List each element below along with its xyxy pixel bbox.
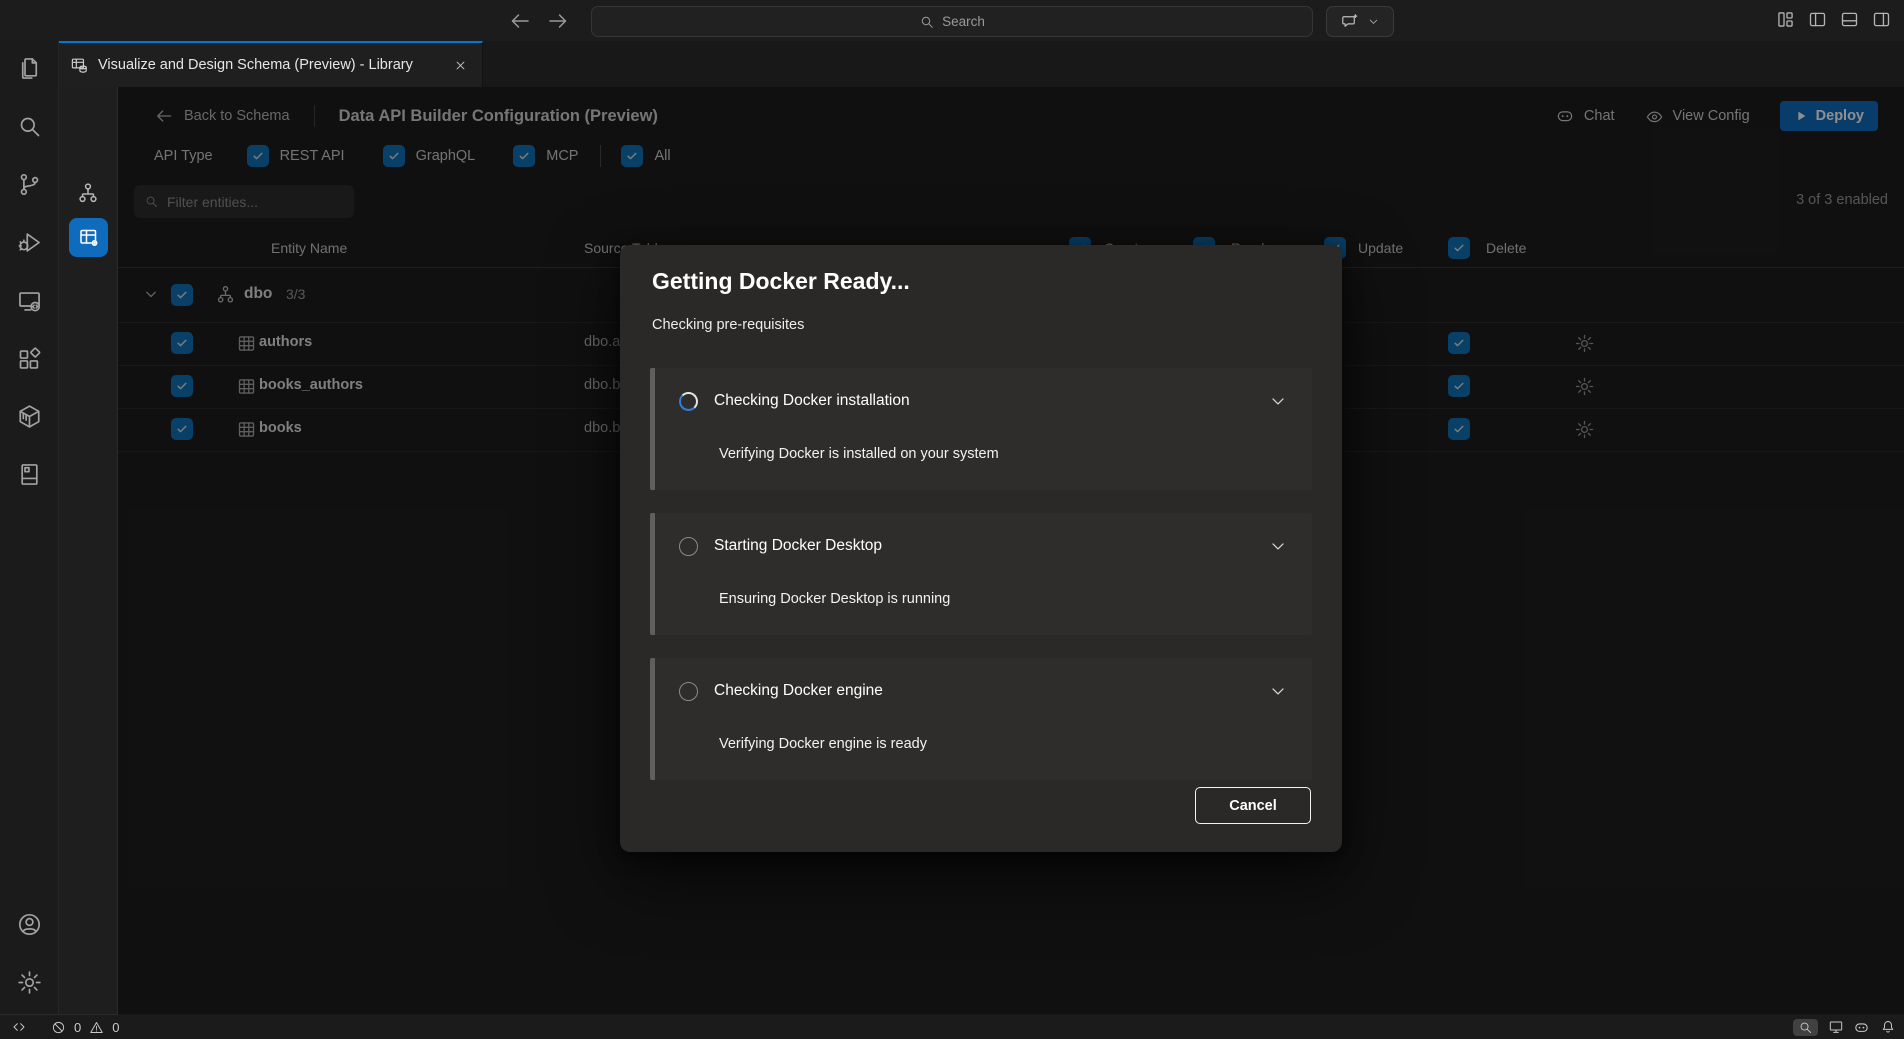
tab-title: Visualize and Design Schema (Preview) - … [98,57,413,73]
chat-sparkle-icon [1340,12,1359,31]
errors-icon[interactable] [50,1019,67,1036]
vscode-window: Search Visualize and Design Schema (Prev… [0,0,1904,1039]
status-bar: 0 0 [0,1014,1904,1039]
pending-circle-icon [679,682,698,701]
search-icon [919,14,935,30]
copilot-status-icon[interactable] [1853,1019,1870,1036]
remote-indicator-icon[interactable] [10,1019,27,1036]
command-center-search[interactable]: Search [591,6,1313,37]
dialog-title: Getting Docker Ready... [652,268,910,295]
designer-toolbar [59,87,118,1015]
loading-spinner [679,392,698,411]
tab-close-icon[interactable] [450,55,470,75]
screencast-icon[interactable] [1827,1019,1844,1036]
remote-explorer-icon[interactable] [16,288,43,315]
step-card-docker-desktop: Starting Docker Desktop Ensuring Docker … [650,513,1312,635]
toggle-panel-icon[interactable] [1838,8,1860,30]
notifications-bell-icon[interactable] [1879,1019,1896,1036]
chevron-down-icon[interactable] [1268,681,1288,701]
tab-strip: Visualize and Design Schema (Preview) - … [58,41,1904,87]
tab-visualize-design-schema[interactable]: Visualize and Design Schema (Preview) - … [58,41,483,87]
activity-bar [0,41,59,1015]
step-card-docker-installation: Checking Docker installation Verifying D… [650,368,1312,490]
toggle-secondary-sidebar-icon[interactable] [1870,8,1892,30]
chevron-down-icon [1367,15,1380,28]
source-control-icon[interactable] [16,171,43,198]
run-debug-icon[interactable] [16,229,43,256]
chevron-down-icon[interactable] [1268,391,1288,411]
search-placeholder: Search [942,14,985,29]
copilot-chat-dropdown[interactable] [1326,6,1394,37]
pending-circle-icon [679,537,698,556]
data-api-builder-tab-active[interactable] [69,218,108,257]
toggle-primary-sidebar-icon[interactable] [1806,8,1828,30]
errors-count[interactable]: 0 [74,1020,81,1035]
nav-back-icon[interactable] [508,9,532,33]
cancel-button[interactable]: Cancel [1195,787,1311,824]
warnings-count[interactable]: 0 [112,1020,119,1035]
warnings-icon[interactable] [88,1019,105,1036]
dialog-subtitle: Checking pre-requisites [652,317,804,333]
chevron-down-icon[interactable] [1268,536,1288,556]
containers-icon[interactable] [16,403,43,430]
step-card-docker-engine: Checking Docker engine Verifying Docker … [650,658,1312,780]
settings-gear-icon[interactable] [16,969,43,996]
database-projects-icon[interactable] [16,461,43,488]
explorer-icon[interactable] [16,55,43,82]
search-sidebar-icon[interactable] [16,113,43,140]
database-design-icon [70,56,89,75]
nav-forward-icon[interactable] [546,9,570,33]
title-bar: Search [0,0,1904,41]
zoom-indicator[interactable] [1793,1019,1818,1036]
customize-layout-icon[interactable] [1774,8,1796,30]
getting-docker-ready-dialog: Getting Docker Ready... Checking pre-req… [620,245,1342,852]
extensions-icon[interactable] [16,346,43,373]
account-icon[interactable] [16,911,43,938]
schema-diagram-icon[interactable] [76,181,100,205]
